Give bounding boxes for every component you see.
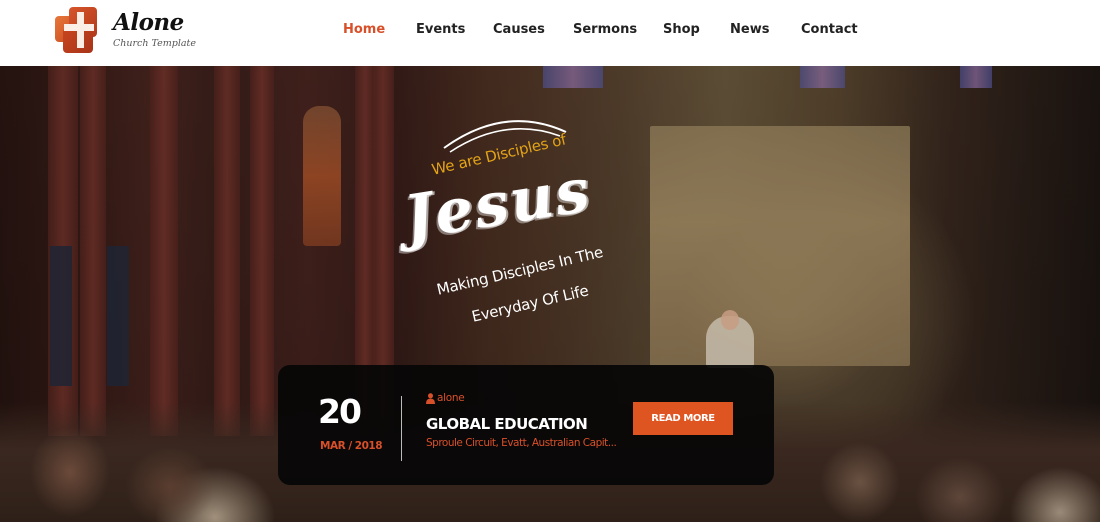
event-card: 20 MAR / 2018 alone GLOBAL EDUCATION Spr… (278, 365, 774, 485)
event-divider (401, 396, 402, 461)
event-title[interactable]: GLOBAL EDUCATION (426, 415, 588, 433)
nav-item-news[interactable]: News (730, 22, 769, 37)
event-month-year: MAR / 2018 (320, 440, 383, 452)
nav-item-events[interactable]: Events (416, 22, 465, 37)
event-author-name: alone (437, 392, 465, 404)
nav-item-sermons[interactable]: Sermons (573, 22, 637, 37)
event-location: Sproule Circuit, Evatt, Australian Capit… (426, 437, 617, 449)
event-author[interactable]: alone (426, 392, 465, 404)
read-more-button[interactable]: READ MORE (633, 402, 733, 435)
user-icon (426, 392, 435, 404)
site-header: Alone Church Template Home Events Causes… (0, 0, 1100, 66)
tagline-line-2: Everyday Of Life (469, 281, 591, 326)
event-day: 20 (318, 392, 362, 431)
main-nav: Home Events Causes Sermons Shop News Con… (0, 22, 1100, 42)
hero-banner: We are Disciples of Jesus Making Discipl… (0, 66, 1100, 522)
nav-item-contact[interactable]: Contact (801, 22, 858, 37)
tagline-jesus: Jesus (399, 155, 596, 254)
nav-item-causes[interactable]: Causes (493, 22, 545, 37)
nav-item-home[interactable]: Home (343, 22, 385, 37)
nav-item-shop[interactable]: Shop (663, 22, 700, 37)
